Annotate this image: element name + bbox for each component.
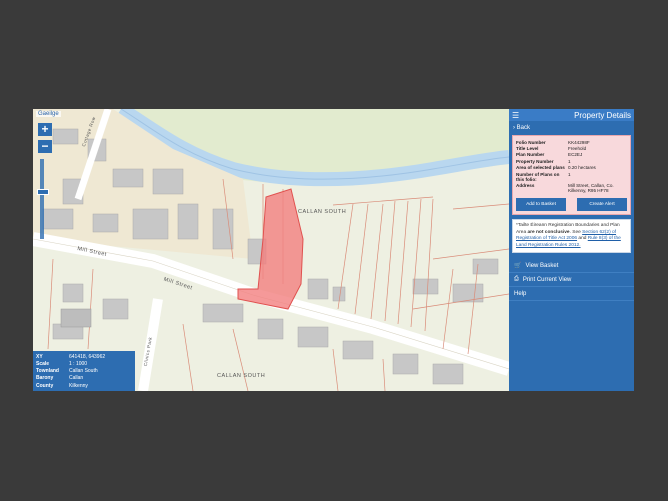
map-view[interactable]: Gaeilge + − CALLAN SOUTH Mill Street Mil… bbox=[33, 109, 509, 391]
land-registry-app: Gaeilge + − CALLAN SOUTH Mill Street Mil… bbox=[33, 109, 634, 391]
notice-emphasis: are not conclusive bbox=[527, 229, 570, 235]
language-toggle-link[interactable]: Gaeilge bbox=[36, 111, 61, 117]
info-value: 641418, 643962 bbox=[69, 353, 106, 360]
property-details-panel: ☰ Property Details › Back Folio Number KK… bbox=[509, 109, 634, 391]
info-key: County bbox=[36, 382, 54, 389]
info-value: Kilkenny bbox=[69, 382, 88, 389]
property-info-card: Folio Number KK44298F Title Level Freehold… bbox=[512, 135, 631, 216]
info-value: 1 : 1000 bbox=[69, 360, 88, 367]
printer-icon: ⎙ bbox=[514, 276, 519, 283]
help-link[interactable]: Help bbox=[509, 287, 634, 302]
info-key: XY bbox=[36, 353, 43, 360]
prop-key: Address bbox=[516, 183, 535, 189]
zoom-out-button[interactable]: − bbox=[38, 140, 52, 153]
add-to-basket-button[interactable]: Add to Basket bbox=[516, 198, 566, 212]
prop-value: 1 bbox=[568, 171, 571, 177]
info-key: Scale bbox=[36, 360, 50, 367]
zoom-in-button[interactable]: + bbox=[38, 123, 52, 136]
info-key: Townland bbox=[36, 368, 59, 375]
view-basket-label: View Basket bbox=[525, 262, 559, 269]
create-alert-button[interactable]: Create Alert bbox=[577, 198, 627, 212]
notice-text-3: and bbox=[577, 236, 588, 242]
chevron-right-icon: › bbox=[513, 125, 515, 131]
prop-key: Number of Plans on this folio: bbox=[516, 171, 560, 182]
map-info-box: XY 641418, 643962 Scale 1 : 1000 Townland C… bbox=[33, 351, 135, 391]
basket-icon: 🛒 bbox=[514, 263, 522, 270]
notice-text-2: . See bbox=[569, 229, 583, 235]
back-link[interactable]: › Back bbox=[509, 121, 634, 135]
view-basket-link[interactable]: 🛒 View Basket bbox=[509, 259, 634, 274]
hamburger-menu-icon[interactable]: ☰ bbox=[512, 111, 519, 120]
prop-key: Area of selected plans bbox=[516, 165, 565, 171]
map-canvas[interactable] bbox=[33, 109, 509, 391]
panel-title: Property Details bbox=[574, 110, 631, 120]
zoom-slider[interactable] bbox=[40, 159, 44, 239]
print-current-view-link[interactable]: ⎙ Print Current View bbox=[509, 273, 634, 288]
map-label-callan-south-bottom: CALLAN SOUTH bbox=[217, 373, 266, 379]
back-label: Back bbox=[516, 125, 531, 131]
registration-notice: *Tailte Éireann Registration Boundaries … bbox=[512, 219, 631, 254]
map-label-callan-south-top: CALLAN SOUTH bbox=[298, 209, 347, 215]
info-key: Barony bbox=[36, 375, 54, 382]
info-value: Callan South bbox=[69, 368, 98, 375]
zoom-slider-handle[interactable] bbox=[37, 189, 49, 195]
print-current-view-label: Print Current View bbox=[522, 276, 572, 283]
help-label: Help bbox=[514, 290, 527, 297]
panel-header: ☰ Property Details bbox=[509, 109, 634, 121]
prop-value: Mill Street, Callan, Co. Kilkenny, R95 H… bbox=[568, 183, 614, 194]
info-value: Callan bbox=[69, 375, 84, 382]
